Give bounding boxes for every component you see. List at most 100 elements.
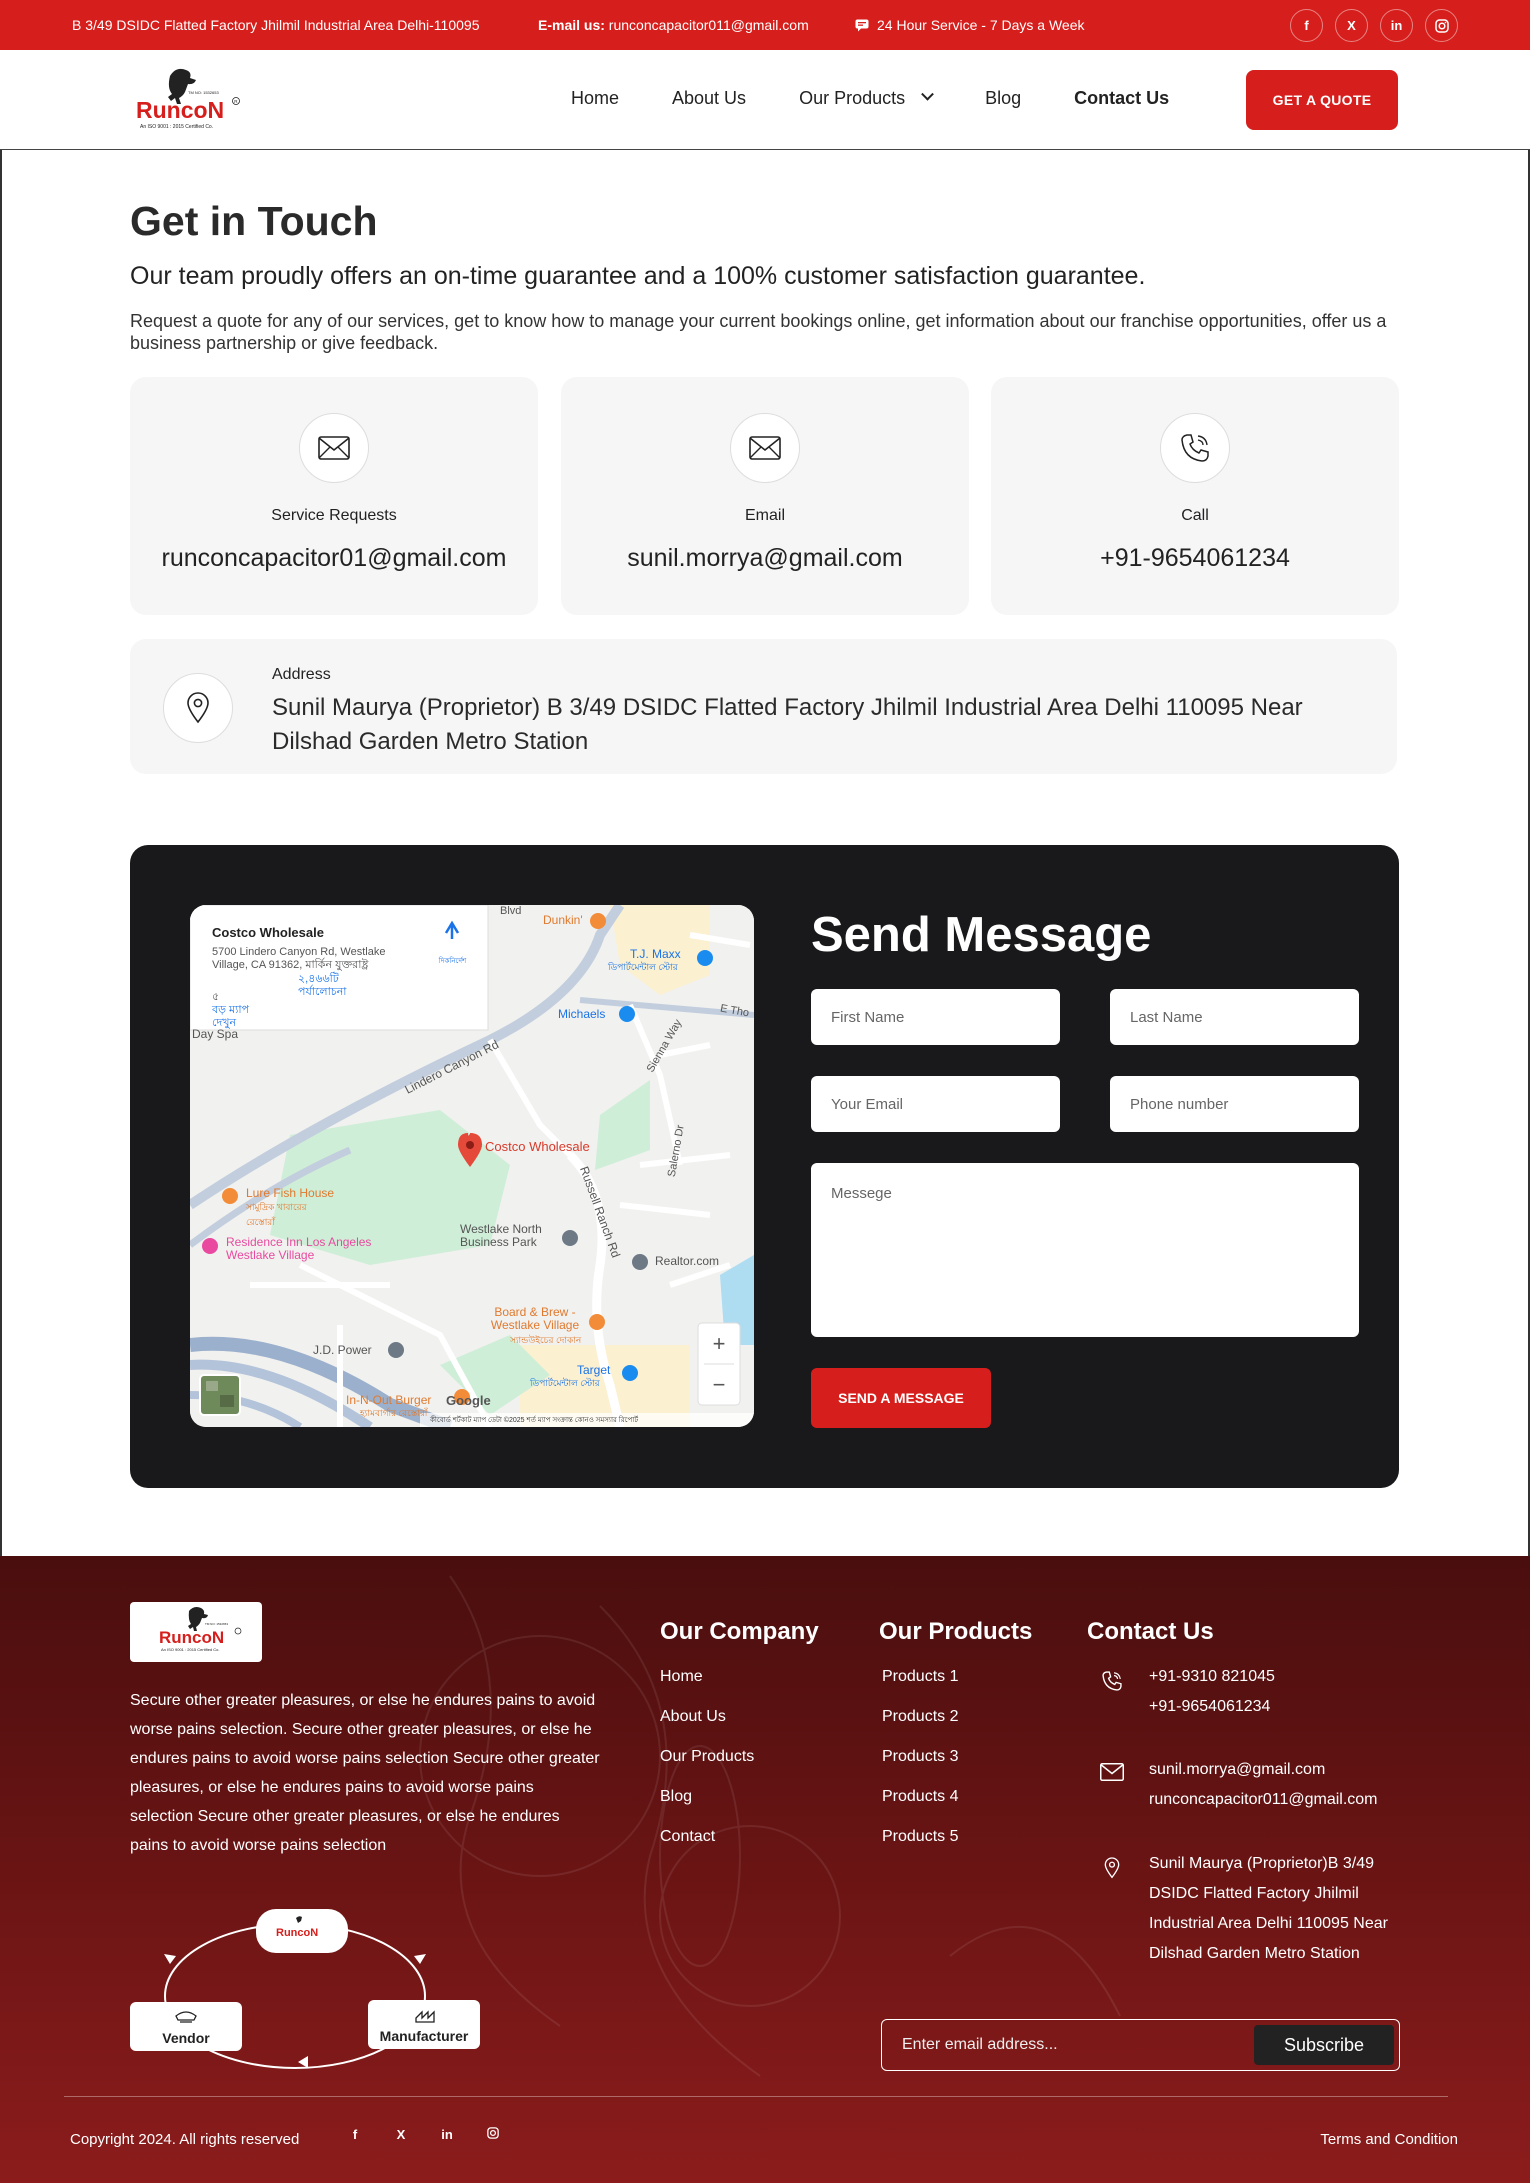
nav-products-link[interactable]: Our Products [799, 88, 905, 109]
footer-email-2[interactable]: runconcapacitor011@gmail.com [1149, 1785, 1378, 1815]
nav-about-link[interactable]: About Us [672, 88, 746, 109]
nav-about[interactable]: About Us [672, 88, 746, 109]
vendor-label: Vendor [162, 2030, 210, 2046]
svg-text:TM NO: 1532653: TM NO: 1532653 [188, 90, 219, 95]
footer-logo[interactable]: TM NO: 1532653 RuncoN An ISO 9001 : 2015… [130, 1602, 262, 1662]
first-name-input[interactable]: First Name [811, 989, 1060, 1045]
zoom-in-button[interactable]: + [698, 1323, 740, 1364]
nav-home-link[interactable]: Home [571, 88, 619, 109]
card-label: Email [744, 507, 785, 524]
manufacturer-label: Manufacturer [379, 2028, 469, 2044]
message-panel: Costco Wholesale 5700 Lindero Canyon Rd,… [130, 845, 1399, 1488]
map-reviews-link[interactable]: ২,৪৬৬টি পর্যালোচনা [298, 973, 368, 999]
chevron-down-icon[interactable] [921, 87, 934, 101]
footer-company-title: Our Company [660, 1618, 819, 1645]
linkedin-icon[interactable]: in [1380, 9, 1413, 42]
map-label: ডিপার্টমেন্টাল স্টোর [608, 962, 678, 972]
map-label: Target [577, 1363, 611, 1377]
footer-link-blog[interactable]: Blog [660, 1788, 819, 1806]
map-footer-text: কীবোর্ড শর্টকাট ম্যাপ ডেটা ©2025 শর্ত ম্… [430, 1417, 639, 1424]
subscribe-button[interactable]: Subscribe [1254, 2025, 1394, 2065]
phone-input[interactable]: Phone number [1110, 1076, 1359, 1132]
terms-link[interactable]: Terms and Condition [1320, 2131, 1458, 2148]
page-subtitle: Our team proudly offers an on-time guara… [130, 262, 1146, 290]
map-label: Day Spa [192, 1027, 239, 1041]
card-value[interactable]: runconcapacitor01@gmail.com [130, 544, 538, 573]
map-label: Westlake North Business Park [460, 1222, 542, 1249]
map-label: Realtor.com [655, 1254, 720, 1268]
contact-card-email: Email sunil.morrya@gmail.com [561, 377, 969, 615]
x-twitter-icon[interactable]: X [1335, 9, 1368, 42]
footer-email-1[interactable]: sunil.morrya@gmail.com [1149, 1755, 1378, 1785]
footer-description: Secure other greater pleasures, or else … [130, 1692, 600, 1854]
footer-phone-2[interactable]: +91-9654061234 [1149, 1692, 1275, 1722]
nav-blog[interactable]: Blog [985, 88, 1021, 109]
map-label: Residence Inn Los Angeles Westlake Villa… [226, 1235, 372, 1262]
footer-address-line: Industrial Area Delhi 110095 Near [1149, 1915, 1388, 1932]
map-label: Blvd [500, 905, 522, 917]
site-footer: TM NO: 1532653 RuncoN An ISO 9001 : 2015… [0, 1556, 1530, 2183]
svg-text:RuncoN: RuncoN [159, 1628, 224, 1647]
facebook-icon[interactable]: f [343, 2127, 367, 2142]
nav-products[interactable]: Our Products [799, 87, 934, 109]
footer-phone-1[interactable]: +91-9310 821045 [1149, 1662, 1275, 1692]
footer-product-3[interactable]: Products 3 [882, 1748, 1032, 1766]
footer-link-products[interactable]: Our Products [660, 1748, 819, 1766]
footer-link-home[interactable]: Home [660, 1668, 819, 1686]
primary-nav: Home About Us Our Products Blog Contact … [571, 87, 1222, 109]
footer-product-5[interactable]: Products 5 [882, 1828, 1032, 1846]
mail-icon [1087, 1755, 1137, 1815]
map-place-address: 5700 Lindero Canyon Rd, Westlake Village… [212, 946, 386, 971]
topbar-email[interactable]: E-mail us: runconcapacitor011@gmail.com [538, 17, 809, 33]
footer-address-line: Dilshad Garden Metro Station [1149, 1945, 1360, 1962]
embedded-map[interactable]: Costco Wholesale 5700 Lindero Canyon Rd,… [190, 905, 754, 1427]
topbar-service-text: 24 Hour Service - 7 Days a Week [877, 17, 1085, 33]
footer-product-4[interactable]: Products 4 [882, 1788, 1032, 1806]
brand-logo[interactable]: TM NO: 1532653 RuncoN R An ISO 9001 : 20… [130, 62, 245, 138]
newsletter-email-input[interactable]: Enter email address... [902, 2036, 1058, 2054]
phone-icon [1087, 1662, 1137, 1722]
map-label: In-N-Out Burger [346, 1393, 432, 1407]
nav-contact[interactable]: Contact Us [1074, 88, 1169, 109]
chat-icon [855, 19, 869, 31]
footer-link-contact[interactable]: Contact [660, 1828, 819, 1846]
satellite-toggle[interactable] [200, 1375, 240, 1415]
card-value[interactable]: sunil.morrya@gmail.com [561, 544, 969, 573]
footer-contact-col: Contact Us [1087, 1618, 1214, 1646]
get-quote-button[interactable]: GET A QUOTE [1246, 70, 1398, 130]
email-input[interactable]: Your Email [811, 1076, 1060, 1132]
x-twitter-icon[interactable]: X [389, 2127, 413, 2142]
topbar-email-label: E-mail us: [538, 17, 605, 33]
map-label: Dunkin' [543, 913, 583, 927]
map-pin-label[interactable]: Costco Wholesale [485, 1139, 590, 1154]
footer-link-about[interactable]: About Us [660, 1708, 819, 1726]
nav-contact-link[interactable]: Contact Us [1074, 88, 1169, 109]
map-directions-link[interactable]: দিকনির্দেশ [430, 955, 475, 967]
map-place-title: Costco Wholesale [212, 925, 324, 940]
last-name-input[interactable]: Last Name [1110, 989, 1359, 1045]
location-pin-icon [1087, 1849, 1137, 1969]
footer-product-2[interactable]: Products 2 [882, 1708, 1032, 1726]
send-message-button[interactable]: SEND A MESSAGE [811, 1368, 991, 1428]
topbar-email-value[interactable]: runconcapacitor011@gmail.com [609, 17, 809, 33]
nav-home[interactable]: Home [571, 88, 619, 109]
footer-products-col: Our Products Products 1 Products 2 Produ… [879, 1618, 1032, 1868]
zoom-out-button[interactable]: − [698, 1364, 740, 1405]
footer-product-1[interactable]: Products 1 [882, 1668, 1032, 1686]
card-value[interactable]: +91-9654061234 [991, 544, 1399, 573]
address-value: Sunil Maurya (Proprietor) B 3/49 DSIDC F… [272, 694, 1303, 755]
page-description: Request a quote for any of our services,… [130, 311, 1387, 353]
topbar-socials: f X in [1290, 9, 1458, 42]
instagram-icon[interactable] [1425, 9, 1458, 42]
facebook-icon[interactable]: f [1290, 9, 1323, 42]
nav-blog-link[interactable]: Blog [985, 88, 1021, 109]
footer-socials: f X in [343, 2127, 505, 2142]
linkedin-icon[interactable]: in [435, 2127, 459, 2142]
contact-card-call: Call +91-9654061234 [991, 377, 1399, 615]
footer-phone-row: +91-9310 821045 +91-9654061234 [1087, 1662, 1275, 1722]
instagram-icon[interactable] [481, 2127, 505, 2142]
topbar-address: B 3/49 DSIDC Flatted Factory Jhilmil Ind… [72, 17, 480, 33]
map-label: Board & Brew - Westlake Village [490, 1305, 580, 1332]
map-label: স্যান্ডউইচের দোকান [510, 1335, 582, 1345]
message-textarea[interactable]: Messege [811, 1163, 1359, 1337]
